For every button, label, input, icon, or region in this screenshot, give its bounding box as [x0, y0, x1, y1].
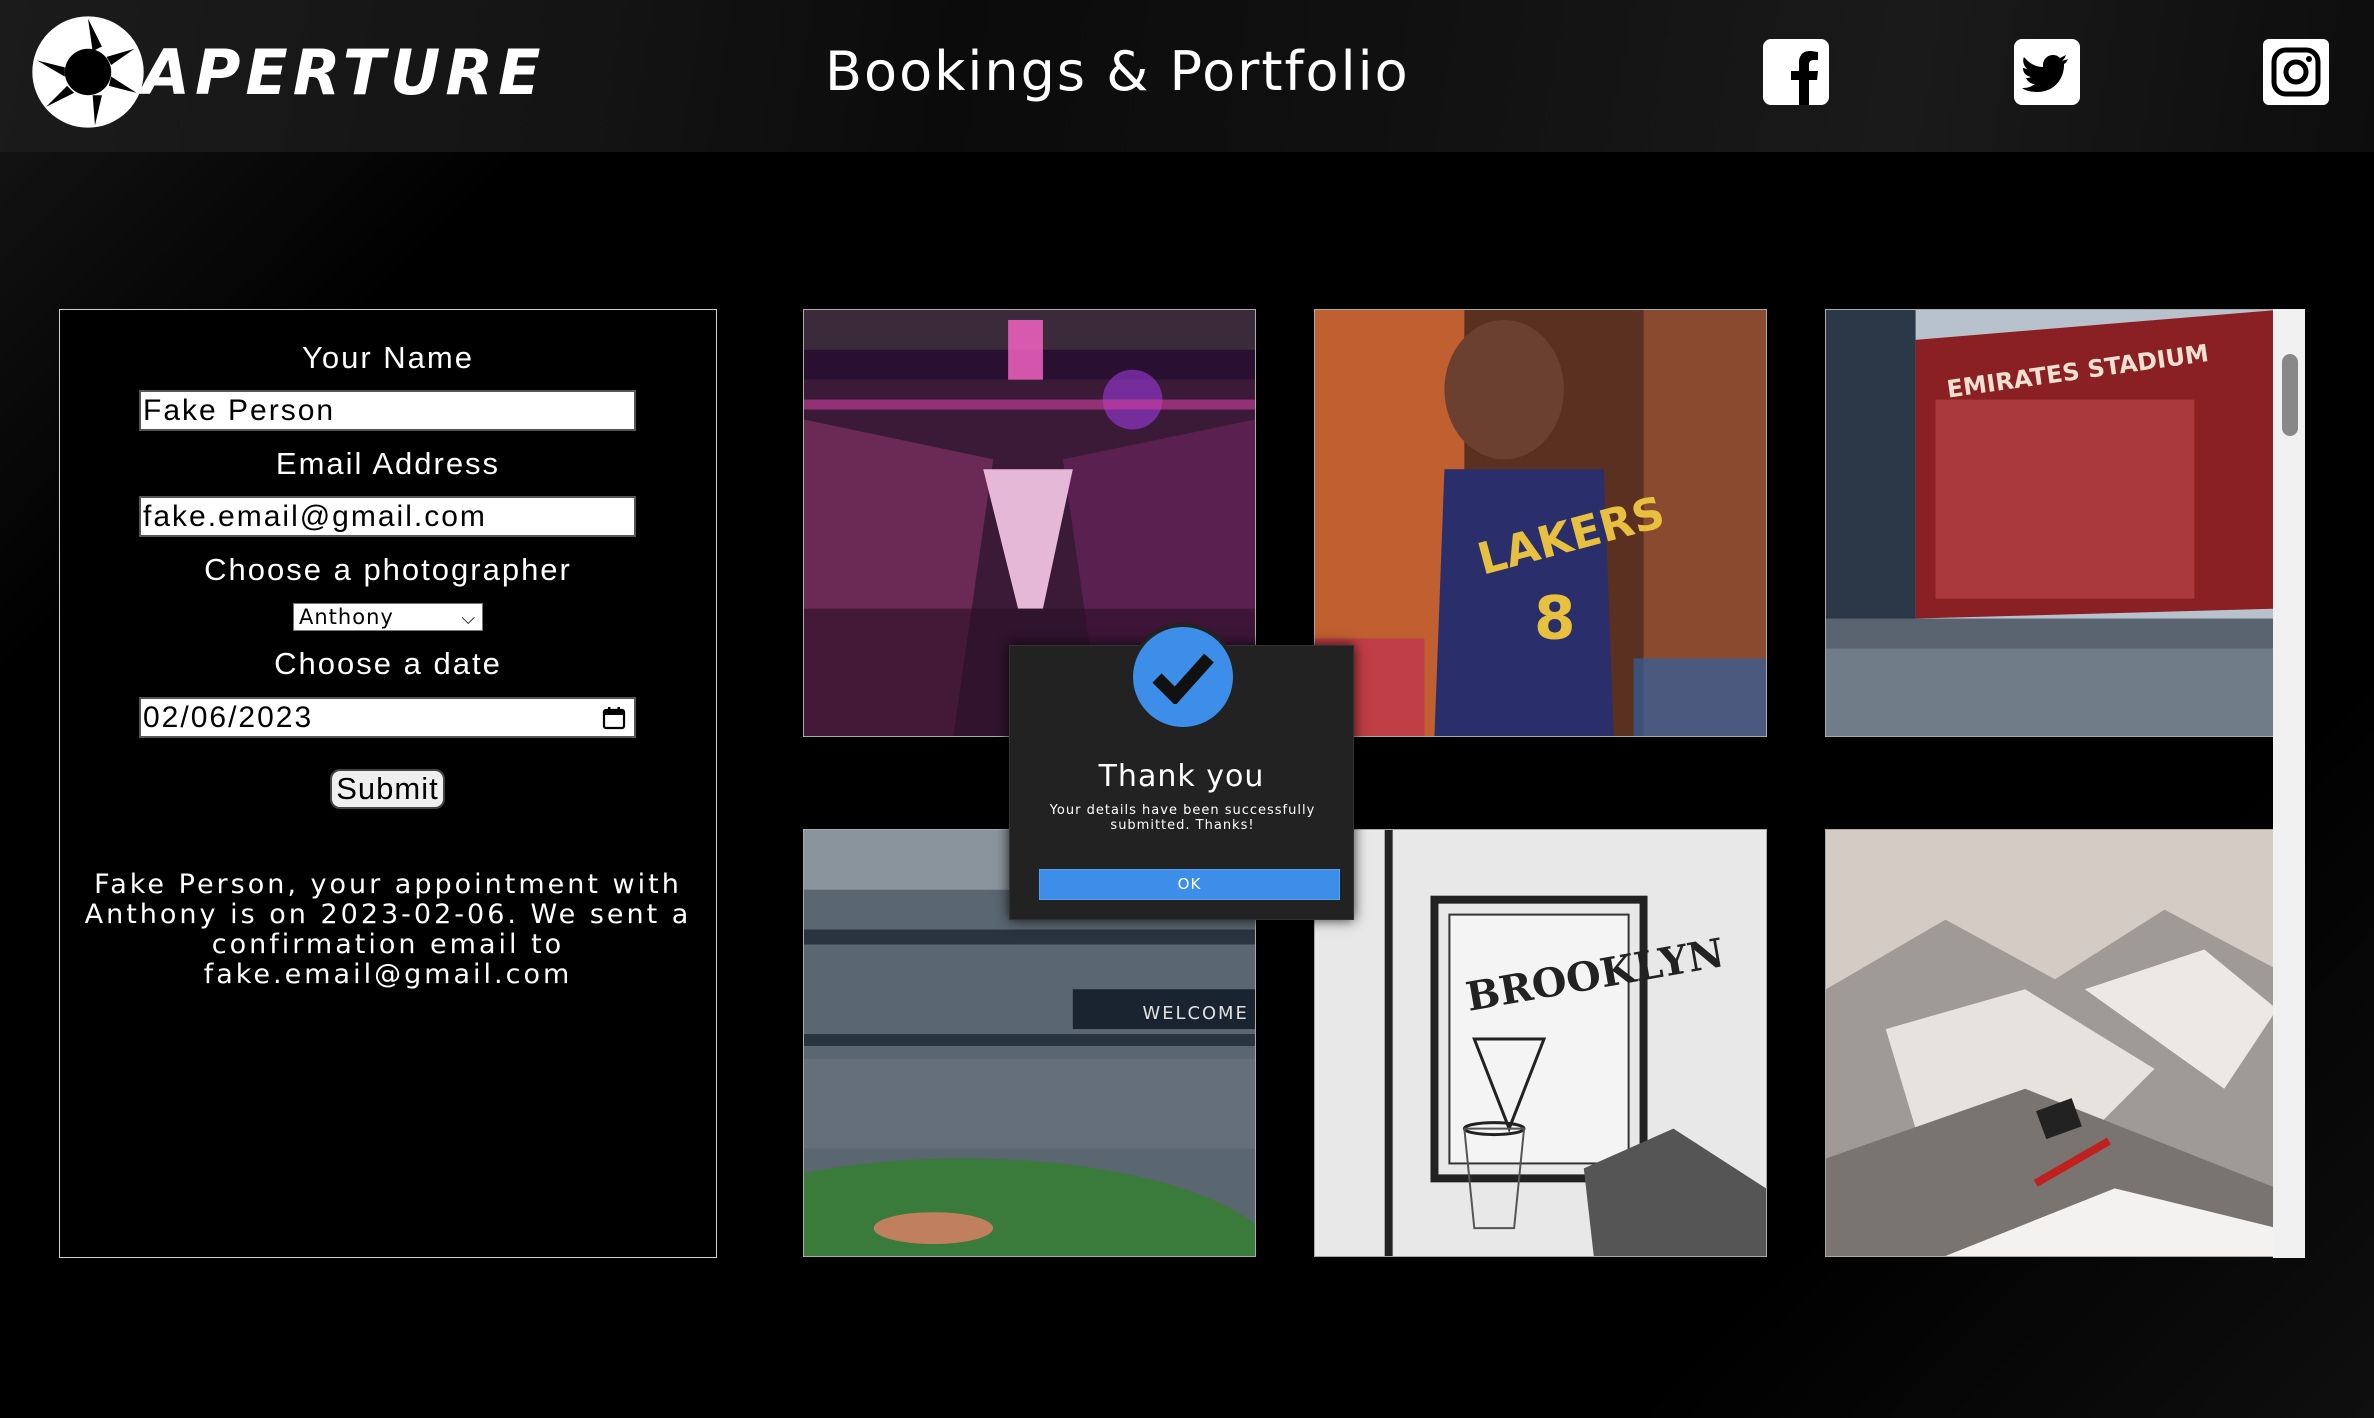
instagram-link[interactable] — [2262, 38, 2330, 106]
photographer-label: Choose a photographer — [204, 552, 572, 587]
gallery-scrollbar[interactable] — [2273, 309, 2305, 1258]
photographer-select[interactable]: Anthony ⌵ — [293, 603, 483, 631]
dialog-message: Your details have been successfully subm… — [1049, 803, 1316, 833]
success-dialog: Thank you Your details have been success… — [1009, 623, 1354, 920]
checkmark-icon — [1129, 623, 1237, 731]
confirmation-message: Fake Person, your appointment with Antho… — [84, 869, 692, 990]
svg-text:8: 8 — [1534, 584, 1576, 653]
gallery-image[interactable]: LAKERS 8 — [1314, 309, 1767, 737]
snowboarder-photo — [1826, 830, 2277, 1256]
lakers-mural-photo: LAKERS 8 — [1315, 310, 1766, 736]
instagram-icon — [2263, 39, 2329, 105]
email-label: Email Address — [275, 446, 501, 481]
date-field-value: 02/06/2023 — [143, 701, 314, 734]
ok-button[interactable]: OK — [1039, 869, 1340, 900]
date-field[interactable]: 02/06/2023 — [139, 697, 636, 738]
calendar-icon[interactable] — [602, 706, 626, 730]
scrollbar-thumb[interactable] — [2282, 354, 2298, 436]
aperture-logo-icon — [32, 16, 144, 128]
booking-form: Your Name Fake Person Email Address fake… — [59, 309, 717, 1258]
dialog-title: Thank you — [1098, 759, 1265, 794]
twitter-icon — [2014, 39, 2080, 105]
gallery-image[interactable] — [1825, 829, 2278, 1257]
gallery-image[interactable]: BROOKLYN — [1314, 829, 1767, 1257]
site-logo[interactable]: APERTURE — [30, 14, 545, 130]
emirates-stadium-photo: EMIRATES STADIUM — [1826, 310, 2277, 736]
date-label: Choose a date — [274, 646, 502, 681]
gallery-image[interactable]: EMIRATES STADIUM — [1825, 309, 2278, 737]
name-label: Your Name — [302, 340, 474, 375]
twitter-link[interactable] — [2013, 38, 2081, 106]
brooklyn-hoop-photo: BROOKLYN — [1315, 830, 1766, 1256]
page-title: Bookings & Portfolio — [825, 40, 1410, 103]
facebook-icon — [1763, 39, 1829, 105]
logo-text: APERTURE — [142, 35, 546, 109]
facebook-link[interactable] — [1762, 38, 1830, 106]
svg-text:WELCOME: WELCOME — [1142, 1003, 1248, 1024]
chevron-down-icon: ⌵ — [461, 608, 476, 629]
submit-button[interactable]: Submit — [330, 769, 445, 809]
photographer-select-value: Anthony — [299, 605, 394, 629]
email-field[interactable]: fake.email@gmail.com — [139, 496, 636, 537]
name-field[interactable]: Fake Person — [139, 390, 636, 431]
